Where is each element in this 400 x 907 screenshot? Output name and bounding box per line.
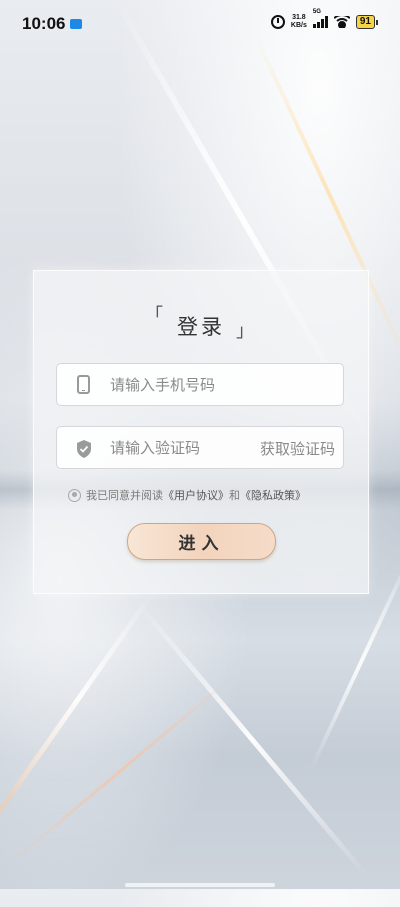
get-code-button[interactable]: 获取验证码 bbox=[260, 438, 335, 459]
app-notification-icon bbox=[70, 19, 82, 29]
status-icons: 31.8 KB/s 5G 91 bbox=[270, 9, 378, 30]
privacy-policy-link[interactable]: 《隐私政策》 bbox=[240, 487, 306, 503]
agreement-row: 我已同意并阅读 《用户协议》 和 《隐私政策》 bbox=[68, 487, 306, 503]
battery-level: 91 bbox=[355, 15, 375, 29]
phone-input[interactable] bbox=[110, 364, 330, 405]
wifi-icon bbox=[333, 16, 350, 28]
login-title-wrap: 「 登录 」 bbox=[34, 305, 368, 342]
enter-button[interactable]: 进入 bbox=[127, 523, 276, 560]
phone-field[interactable] bbox=[56, 363, 344, 406]
network-type: 5G bbox=[312, 9, 321, 15]
network-speed-unit: KB/s bbox=[290, 22, 307, 29]
alarm-icon bbox=[270, 15, 285, 29]
cell-signal-icon: 5G bbox=[312, 9, 328, 28]
login-card: 「 登录 」 获取验证码 我已同意并阅读 《用户协议》 和 《隐私政策》 进入 bbox=[33, 270, 369, 594]
verification-code-input[interactable] bbox=[110, 427, 260, 468]
status-bar: 10:06 31.8 KB/s 5G 91 bbox=[0, 0, 400, 48]
network-speed: 31.8 KB/s bbox=[291, 14, 307, 30]
phone-icon bbox=[77, 375, 90, 394]
login-title-text: 登录 bbox=[177, 315, 225, 339]
agree-radio[interactable] bbox=[68, 488, 81, 502]
battery-icon: 91 bbox=[355, 15, 378, 29]
login-title: 「 登录 」 bbox=[145, 305, 254, 342]
agree-prefix: 我已同意并阅读 bbox=[86, 489, 163, 502]
light-streak bbox=[5, 672, 238, 868]
agree-and: 和 bbox=[229, 489, 240, 502]
user-agreement-link[interactable]: 《用户协议》 bbox=[163, 487, 229, 503]
light-streak bbox=[134, 600, 371, 880]
shield-check-icon bbox=[75, 439, 91, 458]
light-streak bbox=[0, 592, 154, 907]
title-bracket-close: 」 bbox=[236, 321, 257, 342]
code-field[interactable]: 获取验证码 bbox=[56, 426, 344, 469]
status-time: 10:06 bbox=[22, 14, 66, 33]
network-speed-value: 31.8 bbox=[292, 14, 306, 21]
title-bracket-open: 「 bbox=[145, 305, 166, 326]
home-indicator[interactable] bbox=[125, 883, 275, 887]
